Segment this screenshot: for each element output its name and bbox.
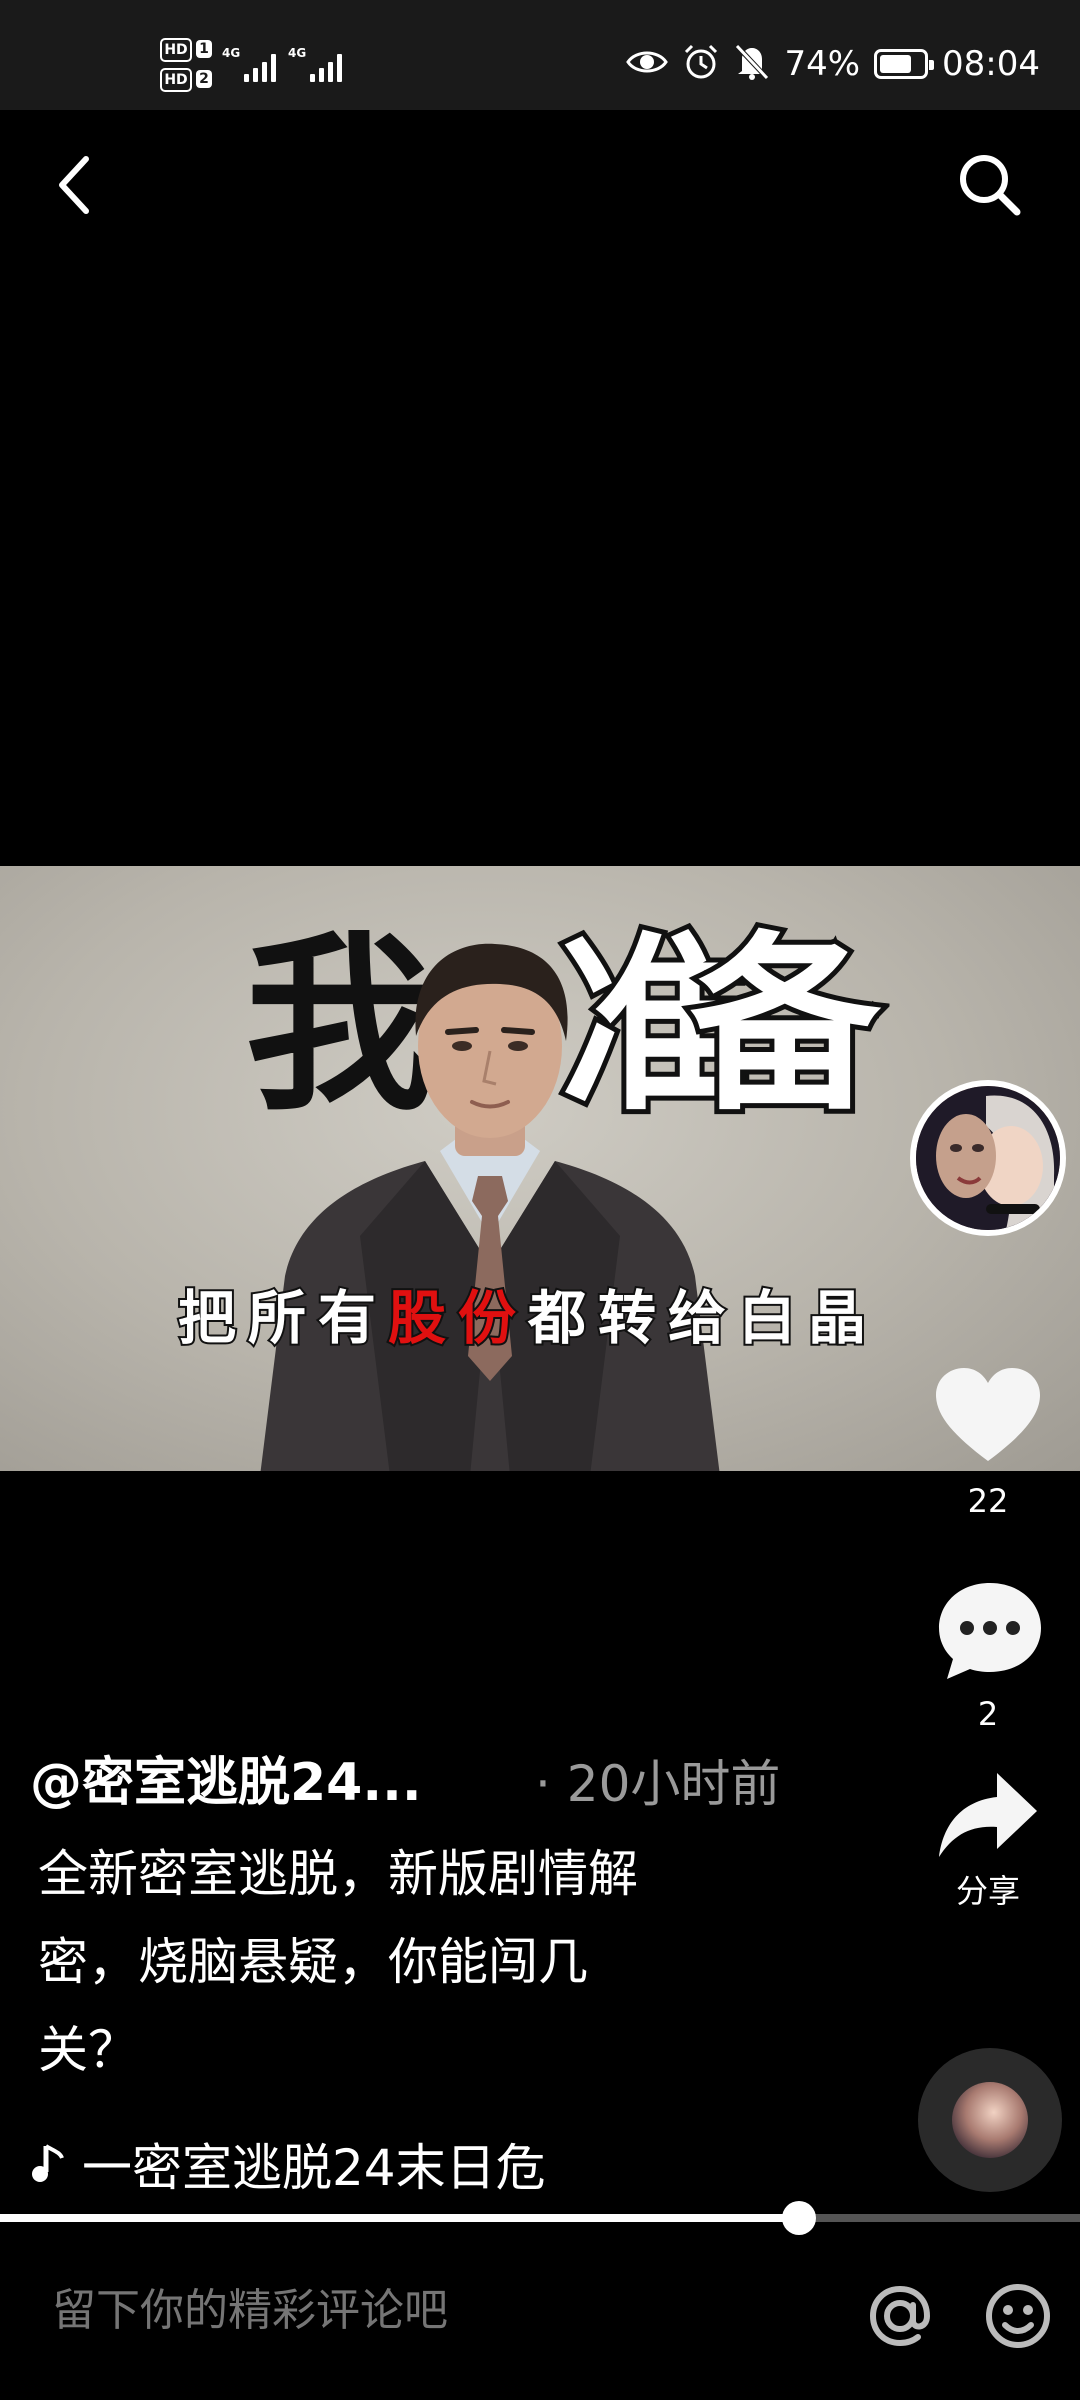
music-title: 一密室逃脱24末日危: [82, 2139, 546, 2197]
video-subtitle: 把所有股份都转给白晶: [176, 1271, 879, 1355]
mention-button[interactable]: [862, 2278, 938, 2354]
mute-bell-icon: [734, 43, 770, 85]
chevron-left-icon: [59, 156, 89, 214]
sim-1-label: 1: [196, 40, 212, 58]
post-description: 全新密室逃脱，新版剧情解 密，烧脑悬疑，你能闯几 关？: [38, 1830, 758, 2094]
search-button[interactable]: [950, 140, 1030, 230]
eye-icon: [626, 47, 669, 81]
comment-button[interactable]: [932, 1575, 1048, 1685]
music-disc-cover: [952, 2082, 1028, 2158]
clock: 08:04: [942, 44, 1040, 84]
alarm-icon: [682, 43, 720, 85]
progress-played: [0, 2214, 800, 2222]
comment-input[interactable]: [50, 2270, 834, 2352]
hd-badge-2: HD: [160, 68, 192, 92]
progress-knob[interactable]: [782, 2201, 817, 2235]
back-button[interactable]: [36, 140, 116, 230]
subtitle-part-1: 把所有: [176, 1282, 389, 1354]
businessman-figure: [260, 943, 720, 1471]
status-right: 74% 08:04: [626, 42, 1040, 86]
emoji-button[interactable]: [980, 2278, 1056, 2354]
hd-badge-1: HD: [160, 38, 192, 62]
avatar-image: [916, 1086, 1060, 1230]
comment-bubble-icon: [939, 1583, 1041, 1679]
battery-icon: [874, 49, 935, 79]
post-time: · 20小时前: [535, 1755, 781, 1813]
signal-bars-1-icon: [244, 52, 276, 82]
share-button[interactable]: [930, 1765, 1046, 1865]
like-button[interactable]: [930, 1360, 1046, 1470]
description-line: 密，烧脑悬疑，你能闯几: [38, 1933, 588, 1991]
music-note-icon: [32, 2144, 64, 2182]
subtitle-part-3: 都转给白晶: [526, 1282, 879, 1354]
music-info[interactable]: 一密室逃脱24末日危: [30, 2128, 546, 2200]
smiley-icon: [986, 2284, 1050, 2348]
share-label: 分享: [955, 1872, 1020, 1910]
at-sign-icon: [869, 2285, 931, 2347]
signal-indicators: HD 1 HD 2 4G 4G: [160, 38, 350, 98]
status-bar: HD 1 HD 2 4G 4G 74% 08:04: [0, 0, 1080, 110]
description-line: 全新密室逃脱，新版剧情解: [38, 1845, 638, 1903]
search-icon: [960, 155, 1021, 216]
comment-count: 2: [977, 1695, 999, 1733]
author-avatar[interactable]: [910, 1080, 1066, 1236]
like-count: 22: [967, 1482, 1009, 1520]
network-type-2: 4G: [288, 46, 307, 60]
battery-percent: 74%: [784, 44, 861, 84]
author-handle[interactable]: @密室逃脱24...: [30, 1740, 422, 1815]
share-arrow-icon: [939, 1773, 1037, 1857]
subtitle-highlight: 股份: [386, 1282, 529, 1354]
description-line: 关？: [38, 2021, 138, 2079]
network-type-1: 4G: [222, 46, 241, 60]
signal-bars-2-icon: [310, 52, 342, 82]
sim-2-label: 2: [196, 70, 212, 88]
video-progress-bar[interactable]: [0, 2201, 1080, 2235]
heart-icon: [936, 1368, 1040, 1461]
comment-bar: [0, 2240, 1080, 2400]
music-disc[interactable]: [918, 2048, 1062, 2192]
